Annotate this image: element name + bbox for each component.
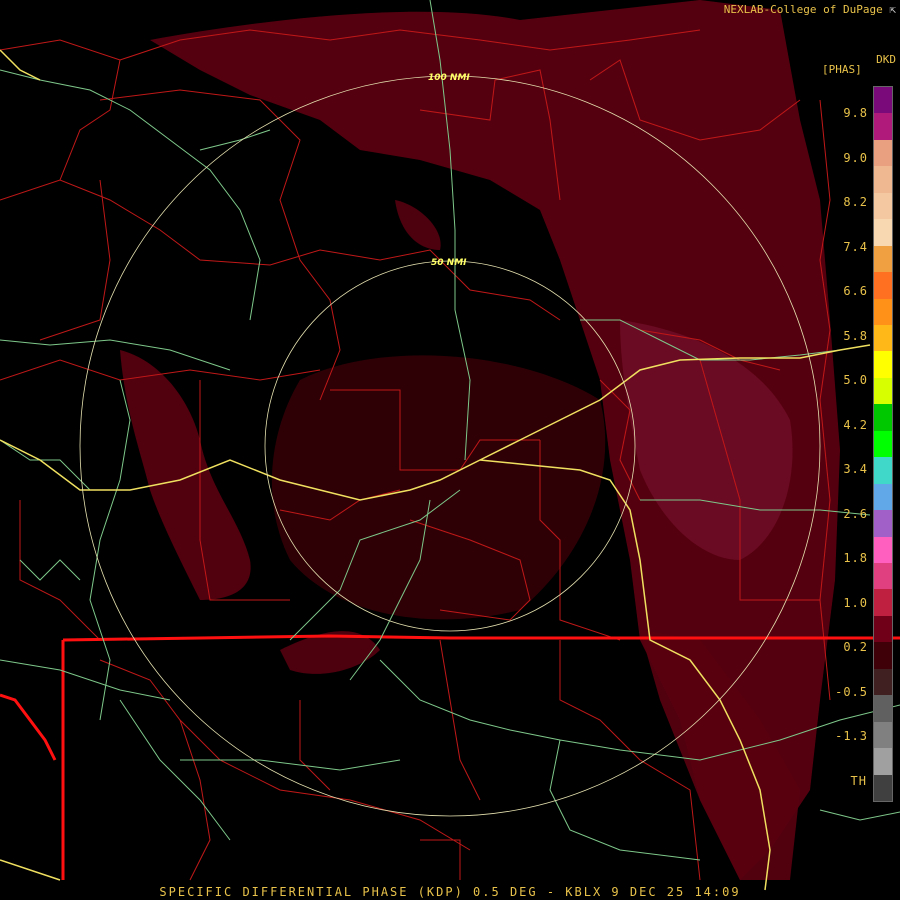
legend-swatch	[874, 510, 892, 538]
unit-label: [PHAS]	[822, 63, 862, 76]
legend-tick-label: 2.6	[843, 506, 868, 521]
legend-swatch	[874, 351, 892, 379]
legend-swatch	[874, 219, 892, 247]
legend-swatch	[874, 192, 892, 220]
legend-swatch	[874, 245, 892, 273]
legend-tick-label: 9.0	[843, 150, 868, 165]
legend-tick-label: 1.8	[843, 551, 868, 565]
legend-tick-label: 7.4	[843, 239, 868, 254]
legend-tick-label: 9.8	[843, 106, 868, 120]
legend-swatch	[874, 748, 892, 776]
radar-viewer: 100 NMI 50 NMI NEXLAB-College of DuPage …	[0, 0, 900, 900]
legend-tick-label: 8.2	[843, 195, 868, 209]
legend-swatch	[874, 404, 892, 432]
color-legend-bar	[873, 86, 893, 802]
echo-north-blob	[395, 200, 441, 250]
legend-swatch	[874, 642, 892, 670]
legend-swatch	[874, 615, 892, 643]
legend-swatch	[874, 113, 892, 141]
echo-west-band	[120, 350, 251, 600]
logo-mark-icon: ⇱	[889, 3, 896, 16]
legend-swatch	[874, 483, 892, 511]
legend-tick-label: -0.5	[835, 684, 868, 699]
legend-swatch	[874, 139, 892, 167]
legend-tick-label: TH	[850, 773, 867, 788]
legend-tick-label: 5.8	[843, 328, 868, 343]
legend-swatch	[874, 536, 892, 564]
credit-label: NEXLAB-College of DuPage ⇱	[724, 3, 896, 16]
range-ring-50nmi-label: 50 NMI	[431, 258, 467, 268]
legend-swatch	[874, 325, 892, 352]
legend-swatch	[874, 272, 892, 300]
product-code: DKD	[876, 53, 896, 66]
legend-swatch	[874, 774, 892, 802]
legend-tick-label: 3.4	[843, 462, 868, 476]
legend-swatch	[874, 589, 892, 617]
legend-swatch	[874, 298, 892, 326]
radar-map[interactable]	[0, 0, 900, 900]
legend-swatch	[874, 430, 892, 458]
legend-tick-label: 1.0	[843, 595, 868, 610]
legend-tick-label: 4.2	[843, 417, 868, 432]
legend-swatch	[874, 457, 892, 485]
legend-tick-label: 6.6	[843, 284, 868, 298]
legend-tick-label: 5.0	[843, 373, 868, 387]
legend-tick-label: -1.3	[835, 729, 868, 743]
legend-swatch	[874, 668, 892, 696]
legend-swatch	[874, 377, 892, 405]
range-ring-100nmi-label: 100 NMI	[428, 73, 470, 83]
legend-swatch	[874, 695, 892, 723]
legend-swatch	[874, 563, 892, 590]
legend-tick-label: 0.2	[843, 640, 868, 654]
product-footer: SPECIFIC DIFFERENTIAL PHASE (KDP) 0.5 DE…	[159, 885, 741, 899]
credit-text: NEXLAB-College of DuPage	[723, 3, 883, 16]
legend-swatch	[874, 721, 892, 749]
legend-swatch	[874, 87, 892, 114]
legend-swatch	[874, 166, 892, 194]
